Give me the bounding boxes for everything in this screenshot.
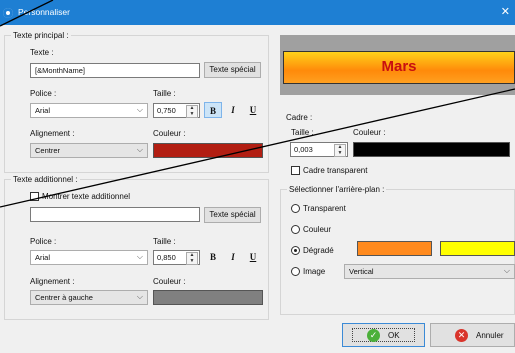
annotation-line-top bbox=[0, 0, 54, 27]
annotation-line-diagonal bbox=[0, 88, 515, 208]
annotation-lines bbox=[0, 0, 515, 208]
